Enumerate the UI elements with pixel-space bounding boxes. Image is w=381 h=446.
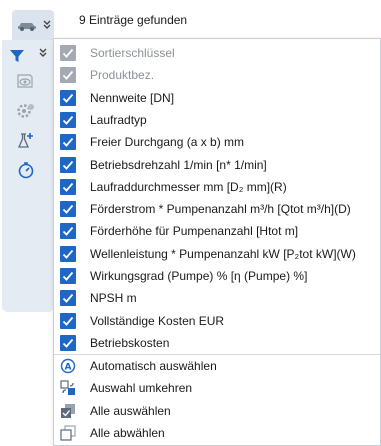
gear-settings-icon[interactable]	[16, 102, 36, 120]
column-option-row[interactable]: Betriebsdrehzahl 1/min [n* 1/min]	[54, 154, 380, 176]
column-checkbox	[60, 67, 76, 84]
results-count: 9 Einträge gefunden	[79, 13, 188, 27]
action-item[interactable]: Auswahl umkehren	[54, 377, 380, 399]
column-checkbox[interactable]	[60, 111, 76, 128]
column-option-label: Wirkungsgrad (Pumpe) % [η (Pumpe) %]	[90, 269, 308, 283]
car-icon	[18, 23, 36, 31]
column-option-label: Freier Durchgang (a x b) mm	[90, 135, 245, 150]
column-chooser-menu: Sortierschlüssel Produktbez. Nennweite [DN…	[53, 38, 381, 446]
column-option-label: Wellenleistung * Pumpenanzahl kW [P₂tot …	[90, 246, 356, 261]
column-option-row[interactable]: Wellenleistung * Pumpenanzahl kW [P₂tot …	[54, 243, 380, 265]
column-option-row[interactable]: Betriebskosten	[54, 332, 380, 354]
deselect-all-icon	[60, 425, 76, 441]
column-checkbox[interactable]	[60, 201, 76, 218]
column-option-row[interactable]: Laufradtyp	[54, 109, 380, 131]
sidebar	[2, 40, 54, 312]
column-option-row[interactable]: Förderstrom * Pumpenanzahl m³/h [Qtot m³…	[54, 198, 380, 220]
column-option-label: Vollständige Kosten EUR	[90, 313, 225, 328]
action-item[interactable]: Alle abwählen	[54, 422, 380, 444]
column-option-row[interactable]: Förderhöhe für Pumpenanzahl [Htot m]	[54, 220, 380, 242]
column-option-label: Förderstrom * Pumpenanzahl m³/h [Qtot m³…	[90, 202, 351, 217]
column-option-label: NPSH m	[90, 291, 137, 306]
column-option-label: Förderhöhe für Pumpenanzahl [Htot m]	[90, 224, 299, 239]
action-item[interactable]: A Automatisch auswählen	[54, 355, 380, 377]
column-option-row[interactable]: Wirkungsgrad (Pumpe) % [η (Pumpe) %]	[54, 265, 380, 287]
action-label: Automatisch auswählen	[90, 359, 217, 373]
column-checkbox[interactable]	[60, 156, 76, 173]
column-option-row[interactable]: Laufraddurchmesser mm [D₂ mm](R)	[54, 176, 380, 198]
column-checkbox[interactable]	[60, 134, 76, 151]
column-option-row[interactable]: Nennweite [DN]	[54, 87, 380, 109]
add-flask-icon[interactable]	[16, 131, 36, 151]
action-item[interactable]: Alle auswählen	[54, 400, 380, 422]
chevron-double-down-icon	[43, 20, 51, 29]
column-checkbox[interactable]	[60, 334, 76, 351]
column-checkbox[interactable]	[60, 89, 76, 106]
auto-select-icon: A	[60, 358, 76, 374]
column-option-label: Laufraddurchmesser mm [D₂ mm](R)	[90, 179, 287, 194]
column-option-label: Laufradtyp	[90, 112, 147, 127]
column-option-label: Betriebskosten	[90, 335, 170, 350]
eye-settings-icon[interactable]	[16, 73, 36, 91]
column-option-row: Sortierschlüssel	[54, 42, 380, 64]
action-label: Alle auswählen	[90, 403, 171, 418]
chevron-double-down-icon[interactable]	[39, 48, 47, 58]
column-option-row[interactable]: NPSH m	[54, 287, 380, 309]
column-option-label: Produktbez.	[90, 68, 155, 83]
column-option-row: Produktbez.	[54, 64, 380, 86]
action-label: Alle abwählen	[90, 425, 165, 440]
column-checkbox[interactable]	[60, 178, 76, 195]
column-option-row[interactable]: Vollständige Kosten EUR	[54, 310, 380, 332]
stopwatch-icon[interactable]	[17, 161, 35, 179]
select-all-icon	[60, 403, 76, 419]
column-checkbox[interactable]	[60, 290, 76, 307]
column-checkbox	[60, 45, 76, 61]
column-option-label: Nennweite [DN]	[90, 90, 175, 105]
column-option-label: Betriebsdrehzahl 1/min [n* 1/min]	[90, 157, 267, 172]
column-checkbox[interactable]	[60, 312, 76, 329]
invert-selection-icon	[60, 380, 76, 396]
column-checkbox[interactable]	[60, 223, 76, 240]
column-option-row[interactable]: Freier Durchgang (a x b) mm	[54, 131, 380, 153]
column-checkbox[interactable]	[60, 268, 76, 284]
filter-icon[interactable]	[9, 48, 25, 64]
action-label: Auswahl umkehren	[90, 381, 193, 396]
column-checkbox[interactable]	[60, 245, 76, 262]
view-tab[interactable]	[12, 10, 54, 40]
svg-text:A: A	[65, 363, 72, 373]
column-option-label: Sortierschlüssel	[90, 46, 175, 60]
